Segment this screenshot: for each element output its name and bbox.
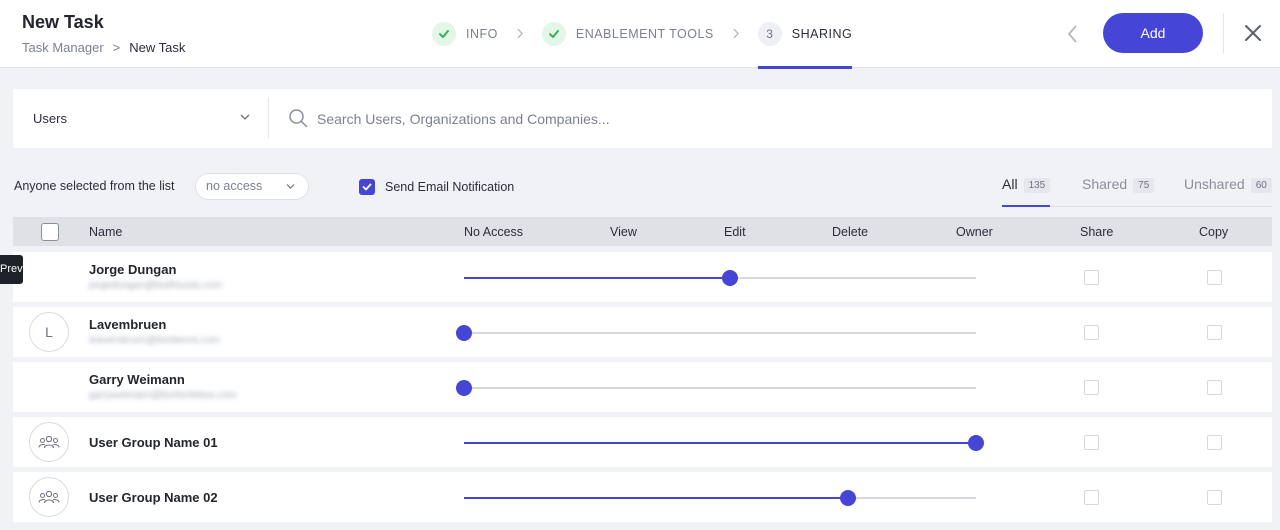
bulk-access-value: no access xyxy=(206,179,263,193)
chevron-right-icon xyxy=(516,27,524,42)
step-label: SHARING xyxy=(791,27,853,41)
tab-shared[interactable]: Shared 75 xyxy=(1082,176,1155,207)
tab-all[interactable]: All 135 xyxy=(1002,176,1051,207)
slider-fill xyxy=(464,277,730,279)
tab-label: Unshared xyxy=(1184,176,1245,192)
check-icon xyxy=(362,183,372,191)
add-button[interactable]: Add xyxy=(1103,13,1203,53)
slider-handle[interactable] xyxy=(456,325,472,341)
check-icon xyxy=(432,22,456,46)
group-name: User Group Name 02 xyxy=(89,490,218,505)
table-header: Name No Access View Edit Delete Owner Sh… xyxy=(13,217,1272,246)
breadcrumb-current: New Task xyxy=(129,40,186,55)
copy-checkbox[interactable] xyxy=(1207,380,1222,395)
tab-unshared[interactable]: Unshared 60 xyxy=(1184,176,1272,207)
breadcrumb-link-task-manager[interactable]: Task Manager xyxy=(22,40,104,55)
step-enablement-tools[interactable]: ENABLEMENT TOOLS xyxy=(541,0,714,68)
permission-slider[interactable] xyxy=(456,380,976,396)
anyone-selected-label: Anyone selected from the list xyxy=(14,179,175,193)
count-badge: 135 xyxy=(1023,178,1051,193)
search-panel: Users xyxy=(13,89,1272,148)
column-header-copy: Copy xyxy=(1199,225,1229,239)
column-header-share: Share xyxy=(1080,225,1114,239)
back-button[interactable] xyxy=(1062,22,1082,46)
step-sharing[interactable]: 3 SHARING xyxy=(757,0,853,69)
page-header: New Task Task Manager > New Task INFO EN… xyxy=(0,0,1280,69)
slider-handle[interactable] xyxy=(968,435,984,451)
user-email: jorgedungan@bodhiuzas.com xyxy=(89,280,223,291)
column-header-name[interactable]: Name xyxy=(89,225,122,239)
step-info[interactable]: INFO xyxy=(432,0,498,68)
copy-checkbox[interactable] xyxy=(1207,325,1222,340)
slider-handle[interactable] xyxy=(456,380,472,396)
search-input[interactable] xyxy=(317,103,1217,134)
user-name: Jorge Dungan xyxy=(89,262,177,277)
step-label: INFO xyxy=(466,27,498,41)
breadcrumb-separator: > xyxy=(112,40,121,55)
table-row[interactable]: User Group Name 02 xyxy=(13,472,1272,522)
panel-divider xyxy=(268,97,269,138)
page-title: New Task xyxy=(22,12,104,32)
user-email: garryweimann@borfonfeboo.com xyxy=(89,390,238,401)
permission-slider[interactable] xyxy=(464,270,976,286)
table-row[interactable]: User Group Name 01 xyxy=(13,417,1272,467)
share-checkbox[interactable] xyxy=(1084,325,1099,340)
share-checkbox[interactable] xyxy=(1084,490,1099,505)
slider-fill xyxy=(464,497,848,499)
share-checkbox[interactable] xyxy=(1084,380,1099,395)
slider-handle[interactable] xyxy=(840,490,856,506)
chevron-down-icon xyxy=(286,184,295,189)
tab-label: All xyxy=(1002,176,1018,192)
check-icon xyxy=(541,22,566,46)
wizard-steps: INFO ENABLEMENT TOOLS 3 SHARING xyxy=(432,0,853,69)
step-number: 3 xyxy=(757,22,782,46)
slider-fill xyxy=(464,442,976,444)
column-header-owner: Owner xyxy=(956,225,993,239)
column-header-delete: Delete xyxy=(832,225,869,239)
table-row[interactable]: L Lavembruen leavembruen@lemberns.com xyxy=(13,307,1272,357)
column-header-view: View xyxy=(610,225,637,239)
avatar: L xyxy=(29,312,69,352)
share-checkbox[interactable] xyxy=(1084,270,1099,285)
search-type-select[interactable]: Users xyxy=(33,89,251,148)
chevron-down-icon xyxy=(240,114,250,120)
slider-handle[interactable] xyxy=(722,270,738,286)
breadcrumb: Task Manager > New Task xyxy=(22,40,185,55)
permission-slider[interactable] xyxy=(456,325,976,341)
column-header-no-access: No Access xyxy=(464,225,524,239)
count-badge: 75 xyxy=(1133,178,1155,193)
search-type-value: Users xyxy=(33,111,67,126)
copy-checkbox[interactable] xyxy=(1207,490,1222,505)
chevron-right-icon xyxy=(732,27,740,42)
share-checkbox[interactable] xyxy=(1084,435,1099,450)
bulk-access-select[interactable]: no access xyxy=(195,173,309,200)
group-icon xyxy=(29,477,69,517)
table-row[interactable]: Jorge Dungan jorgedungan@bodhiuzas.com xyxy=(13,252,1272,302)
select-all-checkbox[interactable] xyxy=(41,223,59,241)
user-name: Garry Weimann xyxy=(89,372,185,387)
send-email-label: Send Email Notification xyxy=(385,180,515,194)
user-name: Lavembruen xyxy=(89,317,167,332)
count-badge: 60 xyxy=(1250,178,1272,193)
chevron-left-icon xyxy=(1067,25,1077,43)
copy-checkbox[interactable] xyxy=(1207,270,1222,285)
column-header-edit: Edit xyxy=(724,225,746,239)
search-icon xyxy=(289,109,308,128)
table-row[interactable]: Garry Weimann garryweimann@borfonfeboo.c… xyxy=(13,362,1272,412)
send-email-checkbox[interactable] xyxy=(359,179,375,195)
step-label: ENABLEMENT TOOLS xyxy=(575,27,714,41)
permission-slider[interactable] xyxy=(464,435,984,451)
permission-slider[interactable] xyxy=(464,490,976,506)
copy-checkbox[interactable] xyxy=(1207,435,1222,450)
group-icon xyxy=(29,422,69,462)
header-divider xyxy=(1223,13,1224,53)
close-icon xyxy=(1245,25,1261,41)
tab-label: Shared xyxy=(1082,176,1128,192)
group-name: User Group Name 01 xyxy=(89,435,218,450)
close-button[interactable] xyxy=(1242,22,1264,44)
user-email: leavembruen@lemberns.com xyxy=(89,335,220,346)
previous-tooltip: Previous xyxy=(0,255,23,284)
